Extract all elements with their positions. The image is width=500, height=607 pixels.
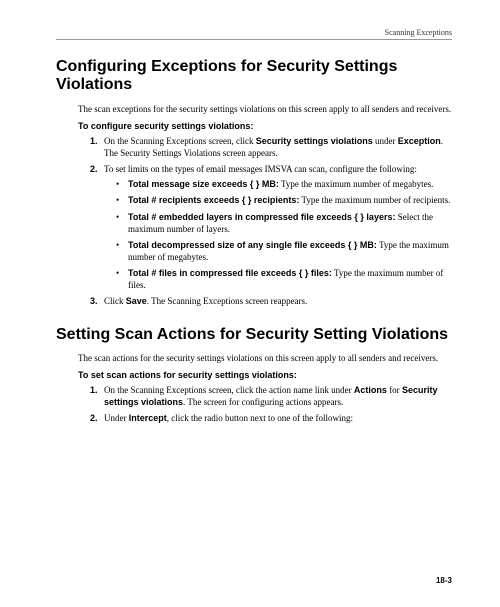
bullet-text: Type the maximum number of megabytes. [279, 179, 433, 189]
bold-term: Total decompressed size of any single fi… [128, 240, 377, 250]
step-text: To set limits on the types of email mess… [104, 164, 417, 174]
bullet-text: Type the maximum number of recipients. [299, 195, 450, 205]
step-item: To set limits on the types of email mess… [100, 163, 452, 291]
page-number: 18-3 [436, 576, 452, 585]
procedure-heading-2: To set scan actions for security setting… [78, 370, 452, 380]
step-text: for [387, 385, 402, 395]
step-item: On the Scanning Exceptions screen, click… [100, 135, 452, 159]
bold-term: Total message size exceeds { } MB: [128, 179, 279, 189]
section-title-2: Setting Scan Actions for Security Settin… [56, 326, 452, 344]
step-text: . The screen for configuring actions app… [183, 397, 343, 407]
step-item: On the Scanning Exceptions screen, click… [100, 384, 452, 408]
bold-term: Total # files in compressed file exceeds… [128, 268, 332, 278]
step-text: , click the radio button next to one of … [167, 413, 353, 423]
section-intro-1: The scan exceptions for the security set… [78, 103, 452, 115]
document-page: Scanning Exceptions Configuring Exceptio… [0, 0, 500, 607]
steps-list-1: On the Scanning Exceptions screen, click… [78, 135, 452, 308]
bold-term: Save [126, 296, 147, 306]
bold-term: Actions [354, 385, 387, 395]
section-intro-2: The scan actions for the security settin… [78, 352, 452, 364]
bullet-item: Total # files in compressed file exceeds… [116, 267, 452, 291]
bold-term: Security settings violations [256, 136, 373, 146]
bullet-list: Total message size exceeds { } MB: Type … [116, 178, 452, 291]
steps-list-2: On the Scanning Exceptions screen, click… [78, 384, 452, 424]
step-item: Under Intercept, click the radio button … [100, 412, 452, 424]
step-text: under [373, 136, 398, 146]
procedure-heading-1: To configure security settings violation… [78, 121, 452, 131]
bullet-item: Total message size exceeds { } MB: Type … [116, 178, 452, 190]
step-item: Click Save. The Scanning Exceptions scre… [100, 295, 452, 307]
bullet-item: Total # recipients exceeds { } recipient… [116, 194, 452, 206]
page-header: Scanning Exceptions [56, 28, 452, 40]
section-title-1: Configuring Exceptions for Security Sett… [56, 58, 452, 95]
step-text: On the Scanning Exceptions screen, click [104, 136, 256, 146]
step-text: Click [104, 296, 126, 306]
bold-term: Intercept [129, 413, 167, 423]
bold-term: Exception [398, 136, 441, 146]
step-text: On the Scanning Exceptions screen, click… [104, 385, 354, 395]
bullet-item: Total decompressed size of any single fi… [116, 239, 452, 263]
bold-term: Total # recipients exceeds { } recipient… [128, 195, 299, 205]
bold-term: Total # embedded layers in compressed fi… [128, 212, 395, 222]
bullet-item: Total # embedded layers in compressed fi… [116, 211, 452, 235]
step-text: Under [104, 413, 129, 423]
step-text: . The Scanning Exceptions screen reappea… [147, 296, 308, 306]
